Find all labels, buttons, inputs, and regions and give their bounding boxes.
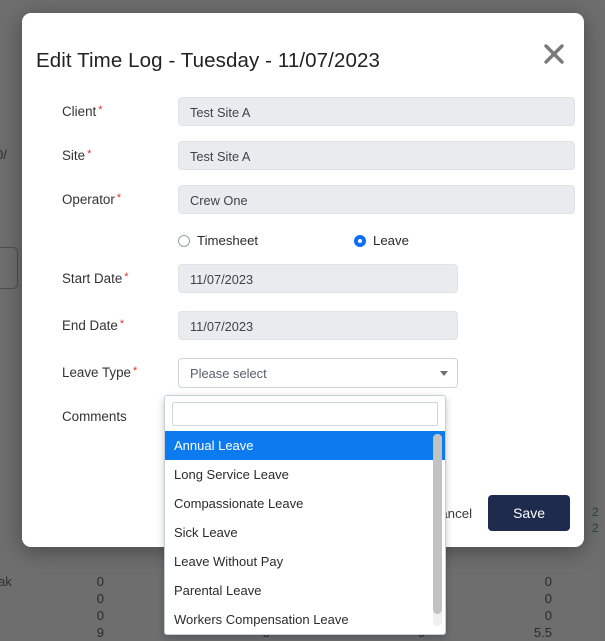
start-date-label: Start Date * <box>62 271 129 286</box>
radio-timesheet-label: Timesheet <box>197 233 259 248</box>
required-marker: * <box>124 271 129 283</box>
dropdown-option[interactable]: Leave Without Pay <box>165 547 445 576</box>
end-date-input[interactable]: 11/07/2023 <box>178 311 458 340</box>
radio-leave-label: Leave <box>373 233 409 248</box>
required-marker: * <box>87 148 92 160</box>
background-text-fragment-top: 0/ <box>0 147 7 162</box>
form-row-leave-type: Leave Type * Please select <box>36 347 570 391</box>
dropdown-search-wrap <box>165 396 445 431</box>
dropdown-option[interactable]: Annual Leave <box>165 431 445 460</box>
close-icon[interactable] <box>539 39 569 69</box>
save-button[interactable]: Save <box>488 495 570 531</box>
client-input[interactable]: Test Site A <box>178 97 575 126</box>
background-row-label-fragment: ak <box>0 574 12 589</box>
dropdown-option[interactable]: Workers Compensation Leave <box>165 605 445 634</box>
start-date-input[interactable]: 11/07/2023 <box>178 264 458 293</box>
required-marker: * <box>119 318 125 330</box>
background-right-value-3: 5.5 <box>533 625 552 640</box>
background-left-value-3: 9 <box>96 625 104 640</box>
form-row-operator: Operator * Crew One <box>36 183 575 227</box>
background-green-fragment-0: 2 <box>592 505 599 519</box>
dropdown-option[interactable]: Compassionate Leave <box>165 489 445 518</box>
background-right-value-1: 0 <box>544 591 552 606</box>
chevron-down-icon <box>440 371 448 376</box>
log-type-radio-group: Timesheet Leave <box>36 227 570 259</box>
page-title: Edit Time Log - Tuesday - 11/07/2023 <box>36 49 380 72</box>
modal-footer: Cancel Save <box>429 495 570 531</box>
dropdown-scrollbar[interactable] <box>433 434 442 626</box>
background-left-chip <box>0 247 18 289</box>
form-row-start-date: Start Date * 11/07/2023 <box>36 259 570 303</box>
dropdown-option-list: Annual Leave Long Service Leave Compassion… <box>165 431 445 634</box>
site-label: Site * <box>62 148 92 163</box>
background-left-value-2: 0 <box>96 608 104 623</box>
site-input[interactable]: Test Site A <box>178 141 575 170</box>
leave-type-select[interactable]: Please select <box>178 358 458 388</box>
radio-leave-dot[interactable] <box>354 234 366 247</box>
form-row-client: Client * Test Site A <box>36 95 575 139</box>
dropdown-option[interactable]: Parental Leave <box>165 576 445 605</box>
form-row-end-date: End Date * 11/07/2023 <box>36 303 570 347</box>
client-label: Client * <box>62 104 103 119</box>
dropdown-option[interactable]: Sick Leave <box>165 518 445 547</box>
background-green-fragment-1: 2 <box>592 521 599 535</box>
background-left-value-0: 0 <box>96 574 104 589</box>
radio-timesheet[interactable]: Timesheet <box>178 233 258 248</box>
form-row-site: Site * Test Site A <box>36 139 575 183</box>
leave-type-label: Leave Type * <box>62 365 138 380</box>
end-date-label: End Date * <box>62 318 125 333</box>
operator-input[interactable]: Crew One <box>178 185 575 214</box>
leave-type-dropdown-panel: Annual Leave Long Service Leave Compassion… <box>164 395 446 635</box>
modal-header: Edit Time Log - Tuesday - 11/07/2023 <box>22 13 584 95</box>
dropdown-scrollbar-thumb[interactable] <box>433 434 442 615</box>
radio-timesheet-dot[interactable] <box>178 234 190 247</box>
dropdown-search-input[interactable] <box>172 402 438 426</box>
dropdown-option[interactable]: Long Service Leave <box>165 460 445 489</box>
leave-type-select-value: Please select <box>190 366 267 381</box>
operator-label: Operator * <box>62 192 122 207</box>
required-marker: * <box>133 365 138 377</box>
required-marker: * <box>116 192 122 204</box>
comments-label: Comments <box>62 409 127 424</box>
background-right-value-2: 0 <box>544 608 552 623</box>
edit-time-log-modal: Edit Time Log - Tuesday - 11/07/2023 Cli… <box>22 13 584 635</box>
time-log-form: Client * Test Site A Site * Test Site A Op… <box>22 95 584 435</box>
required-marker: * <box>98 104 103 116</box>
radio-leave[interactable]: Leave <box>354 233 409 248</box>
background-right-value-0: 0 <box>544 574 552 589</box>
background-left-value-1: 0 <box>96 591 104 606</box>
